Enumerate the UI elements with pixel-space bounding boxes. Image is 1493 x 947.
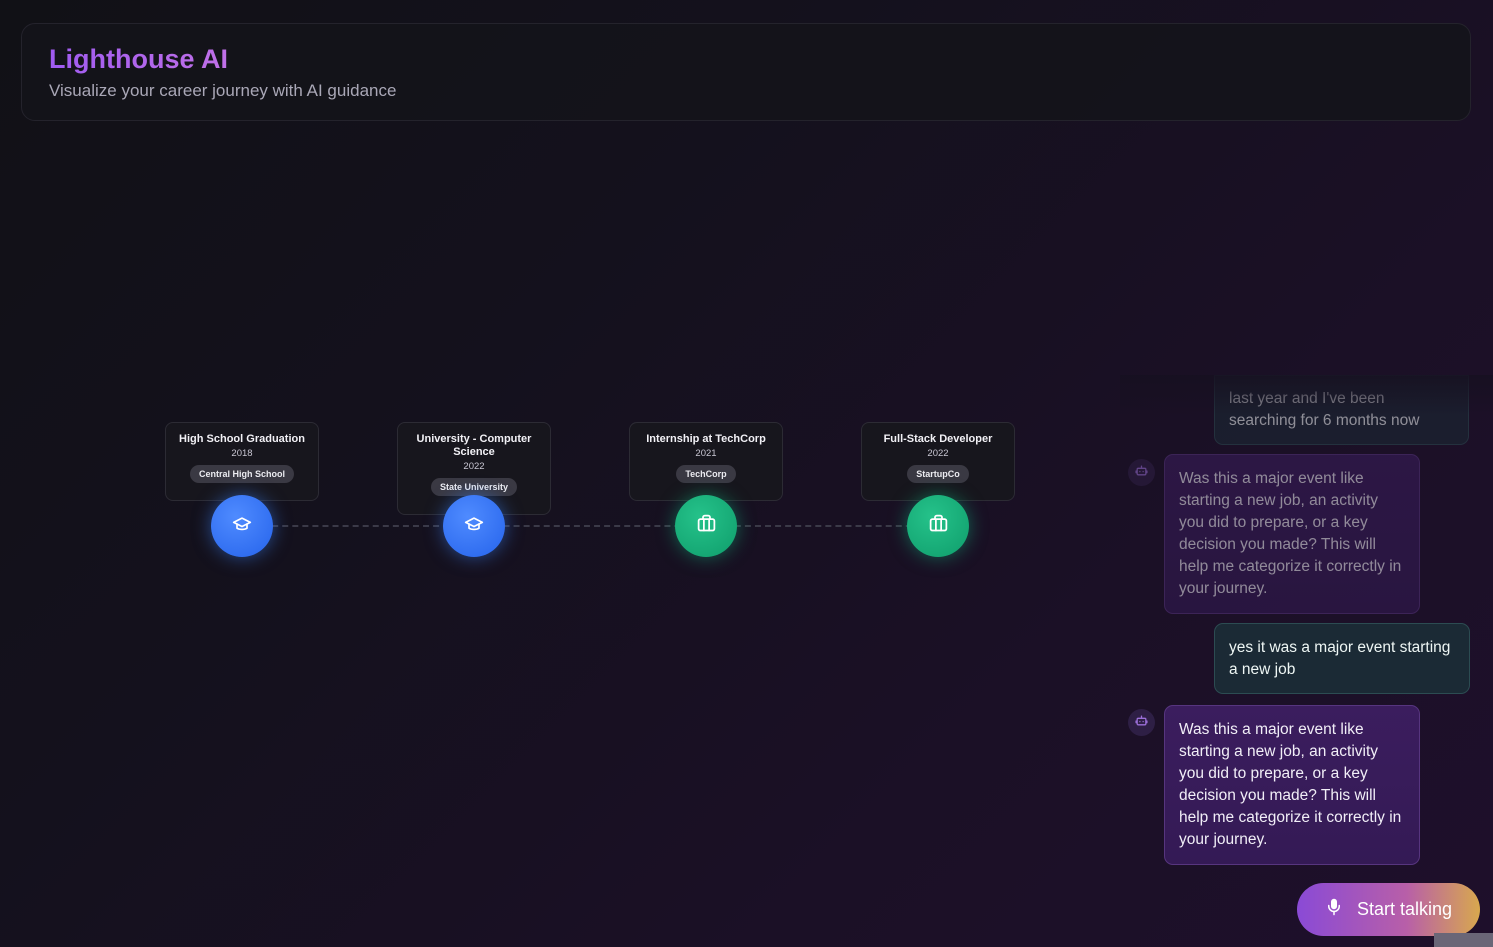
microphone-icon — [1325, 897, 1343, 922]
user-message: yes it was a major event starting a new … — [1214, 623, 1470, 694]
timeline-connector — [242, 525, 942, 527]
start-talking-label: Start talking — [1356, 899, 1453, 919]
event-title: Full-Stack Developer — [883, 433, 993, 445]
message-text: yes it was a major event starting a new … — [1229, 639, 1451, 678]
event-organization-badge: State University — [430, 478, 518, 496]
event-year: 2022 — [463, 461, 485, 472]
briefcase-icon — [696, 513, 717, 539]
event-organization-badge: Central High School — [189, 465, 294, 483]
graduation-cap-icon — [464, 514, 484, 539]
assistant-message: Was this a major event like starting a n… — [1164, 705, 1420, 865]
event-title: Internship at TechCorp — [646, 433, 766, 445]
robot-icon — [1135, 464, 1148, 482]
timeline-node-work[interactable] — [675, 495, 737, 557]
assistant-avatar — [1128, 459, 1155, 486]
chat-scroll-fade — [1120, 375, 1493, 415]
timeline-event-card[interactable]: Full-Stack Developer 2022 StartupCo — [861, 422, 1015, 501]
event-title: University - Computer Science — [416, 433, 532, 458]
timeline-node-education[interactable] — [443, 495, 505, 557]
message-text: Was this a major event like starting a n… — [1179, 470, 1402, 597]
app-subtitle: Visualize your career journey with AI gu… — [49, 81, 397, 100]
event-title: High School Graduation — [179, 433, 305, 445]
event-organization-badge: TechCorp — [676, 465, 736, 483]
event-year: 2018 — [231, 448, 253, 459]
timeline-event-card[interactable]: High School Graduation 2018 Central High… — [165, 422, 319, 501]
corner-handle[interactable] — [1434, 933, 1493, 947]
app-title: Lighthouse AI — [49, 44, 228, 74]
timeline-node-education[interactable] — [211, 495, 273, 557]
event-organization-badge: StartupCo — [907, 465, 969, 483]
timeline-node-work[interactable] — [907, 495, 969, 557]
event-year: 2022 — [927, 448, 949, 459]
timeline-event-card[interactable]: Internship at TechCorp 2021 TechCorp — [629, 422, 783, 501]
start-talking-button[interactable]: Start talking — [1297, 883, 1480, 936]
robot-icon — [1135, 714, 1148, 732]
graduation-cap-icon — [232, 514, 252, 539]
app-header: Lighthouse AI Visualize your career jour… — [21, 23, 1471, 121]
message-text: Was this a major event like starting a n… — [1179, 721, 1402, 848]
event-year: 2021 — [695, 448, 717, 459]
assistant-avatar — [1128, 709, 1155, 736]
assistant-message: Was this a major event like starting a n… — [1164, 454, 1420, 614]
briefcase-icon — [928, 513, 949, 539]
